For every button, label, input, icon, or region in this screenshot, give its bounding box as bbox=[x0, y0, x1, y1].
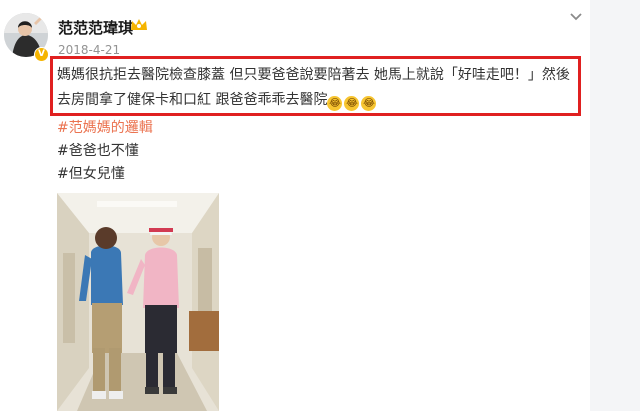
weibo-post-card: V 范范范瑋琪 2018-4-21 媽媽很抗拒去醫院檢查膝蓋 但只要爸爸說要陪著… bbox=[0, 0, 640, 411]
username[interactable]: 范范范瑋琪 bbox=[58, 17, 133, 38]
hashtag-text: #但女兒懂 bbox=[57, 166, 125, 182]
hashtag-link[interactable]: #范媽媽的邏輯 bbox=[57, 118, 153, 138]
post-text-body: 媽媽很抗拒去醫院檢查膝蓋 但只要爸爸說要陪著去 她馬上就說「好哇走吧！」然後去房… bbox=[57, 67, 570, 108]
verified-badge-icon: V bbox=[34, 47, 49, 62]
post-photo[interactable] bbox=[57, 193, 219, 411]
chevron-down-icon[interactable] bbox=[568, 10, 584, 24]
post-timestamp[interactable]: 2018-4-21 bbox=[58, 43, 120, 57]
hashtag-text: #爸爸也不懂 bbox=[57, 143, 139, 159]
laughing-emoji-icon: 😂 bbox=[327, 96, 343, 111]
post-text: 媽媽很抗拒去醫院檢查膝蓋 但只要爸爸說要陪著去 她馬上就說「好哇走吧！」然後去房… bbox=[57, 63, 577, 113]
laughing-emoji-icon: 😂 bbox=[361, 96, 377, 111]
laughing-emoji-icon: 😂 bbox=[344, 96, 360, 111]
photo-hallway-couple bbox=[57, 193, 219, 411]
vip-crown-icon[interactable] bbox=[129, 17, 149, 33]
page-background-strip bbox=[590, 0, 640, 411]
